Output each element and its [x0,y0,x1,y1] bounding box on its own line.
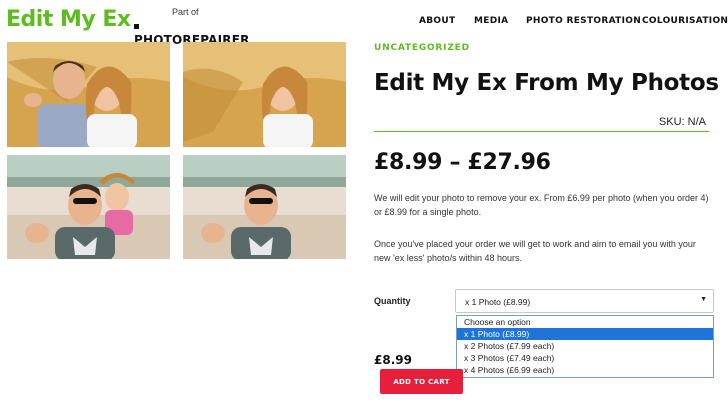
selected-price: £8.99 [374,353,412,367]
dropdown-arrow-icon: ▼ [700,296,707,303]
gallery-image-1[interactable] [7,42,170,147]
nav-media[interactable]: MEDIA [474,16,508,26]
price-range: £8.99 – £27.96 [374,150,551,175]
gallery-image-3[interactable] [7,155,170,259]
quantity-label: Quantity [374,296,411,306]
man-on-beach-photo [183,155,346,259]
sku-label: SKU: N/A [658,116,706,128]
quantity-option-1-photo[interactable]: x 1 Photo (£8.99) [457,328,713,340]
couple-on-hay-photo [7,42,170,147]
woman-on-hay-photo [183,42,346,147]
nav-colourisation[interactable]: COLOURISATION [642,16,728,26]
quantity-option-4-photos[interactable]: x 4 Photos (£6.99 each) [457,364,713,376]
quantity-option-2-photos[interactable]: x 2 Photos (£7.99 each) [457,340,713,352]
quantity-dropdown-list: Choose an option x 1 Photo (£8.99) x 2 P… [456,315,714,378]
quantity-selected-value: x 1 Photo (£8.99) [465,297,531,307]
product-description-1: We will edit your photo to remove your e… [374,193,709,217]
product-title: Edit My Ex From My Photos [374,70,719,96]
quantity-select[interactable]: x 1 Photo (£8.99) ▼ [455,289,714,313]
main-nav: ABOUT MEDIA PHOTO RESTORATION COLOURISAT… [0,16,728,30]
couple-on-beach-photo [7,155,170,259]
product-category-link[interactable]: UNCATEGORIZED [374,43,470,53]
gallery-image-4[interactable] [183,155,346,259]
title-divider [374,131,709,132]
nav-about[interactable]: ABOUT [419,16,455,26]
quantity-option-choose[interactable]: Choose an option [457,316,713,328]
quantity-option-3-photos[interactable]: x 3 Photos (£7.49 each) [457,352,713,364]
add-to-cart-button[interactable]: ADD TO CART [380,369,463,394]
nav-photo-restoration[interactable]: PHOTO RESTORATION [526,16,641,26]
gallery-image-2[interactable] [183,42,346,147]
product-description-2: Once you've placed your order we will ge… [374,239,696,263]
